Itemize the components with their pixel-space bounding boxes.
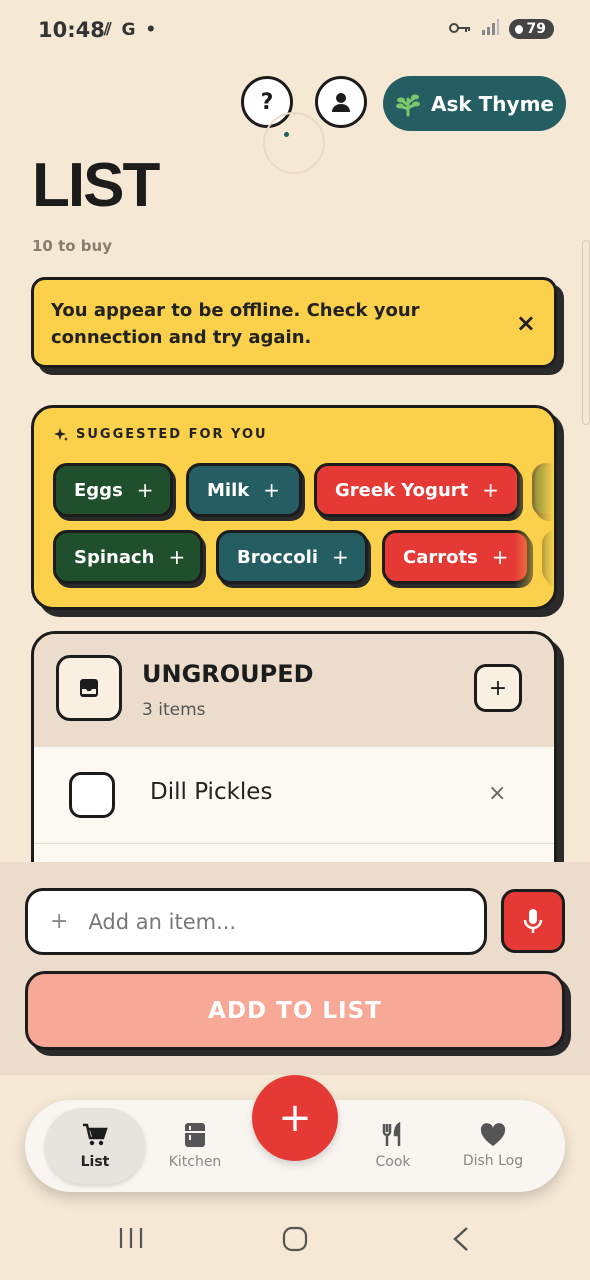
- group-name: UNGROUPED: [142, 660, 314, 688]
- person-icon: [332, 93, 350, 112]
- offline-message: You appear to be offline. Check your con…: [51, 300, 420, 348]
- nav-dish-log[interactable]: Dish Log: [443, 1100, 543, 1192]
- add-item-input[interactable]: + Add an item...: [25, 888, 487, 955]
- suggested-title: SUGGESTED FOR YOU: [54, 427, 268, 442]
- home-icon: [282, 1226, 308, 1252]
- plus-icon: +: [332, 545, 349, 569]
- status-time: 10:48: [38, 18, 105, 42]
- nav-label: Dish Log: [462, 1153, 524, 1169]
- item-name: Dill Pickles: [150, 779, 273, 805]
- items-to-buy-count: 10 to buy: [32, 237, 112, 255]
- ask-thyme-label: Ask Thyme: [431, 91, 554, 116]
- home-button[interactable]: [282, 1226, 308, 1256]
- plus-icon: +: [263, 478, 280, 502]
- back-icon: [453, 1227, 468, 1251]
- recents-icon: [119, 1228, 143, 1248]
- plus-icon: +: [136, 478, 154, 502]
- nav-label: Kitchen: [168, 1154, 222, 1170]
- chip-label: Milk: [207, 479, 250, 501]
- ask-thyme-button[interactable]: Ask Thyme: [383, 76, 566, 131]
- chip-label: Spinach: [74, 546, 155, 568]
- status-right-icons: 79: [448, 19, 554, 39]
- suggestion-chip-carrots[interactable]: Carrots +: [382, 530, 530, 584]
- voice-input-button[interactable]: [501, 889, 565, 953]
- status-notification-icons: ⫽ G •: [104, 20, 159, 40]
- suggestion-chip-spinach[interactable]: Spinach +: [53, 530, 203, 584]
- inbox-icon: [56, 655, 122, 721]
- signal-icon: [481, 19, 499, 39]
- chip-label: Eggs: [74, 479, 123, 501]
- nav-label: Cook: [375, 1154, 411, 1170]
- group-header: UNGROUPED 3 items +: [34, 634, 554, 747]
- fork-knife-icon: [382, 1122, 401, 1146]
- recent-apps-button[interactable]: [118, 1226, 144, 1254]
- leaf-icon: [396, 94, 421, 116]
- suggestion-chip-broccoli[interactable]: Broccoli +: [216, 530, 368, 584]
- suggestion-chip-eggs[interactable]: Eggs +: [53, 463, 173, 517]
- list-item: Dill Pickles ×: [34, 747, 554, 844]
- nav-cook[interactable]: Cook: [343, 1100, 443, 1192]
- suggested-section: SUGGESTED FOR YOU Eggs + Milk + Greek Yogu…: [31, 405, 557, 610]
- key-icon: [448, 20, 471, 39]
- suggestion-chip-greek-yogurt[interactable]: Greek Yogurt +: [314, 463, 520, 517]
- suggestion-chip-milk[interactable]: Milk +: [186, 463, 302, 517]
- nav-list[interactable]: List: [45, 1100, 145, 1192]
- page-title: LIST: [32, 151, 160, 220]
- scrollbar[interactable]: [582, 240, 590, 425]
- add-to-group-button[interactable]: +: [474, 664, 522, 712]
- cart-icon: [83, 1123, 108, 1146]
- offline-banner: You appear to be offline. Check your con…: [31, 277, 557, 368]
- back-button[interactable]: [452, 1226, 470, 1256]
- nav-label: List: [80, 1154, 110, 1170]
- plus-icon: +: [168, 545, 186, 569]
- group-item-count: 3 items: [142, 700, 206, 720]
- add-item-panel: + Add an item... ADD TO LIST: [0, 862, 590, 1075]
- profile-button[interactable]: [315, 76, 367, 128]
- loading-dot: [284, 132, 289, 137]
- heart-icon: [480, 1123, 506, 1146]
- battery-indicator: 79: [508, 19, 554, 39]
- item-checkbox[interactable]: [69, 772, 115, 818]
- add-item-placeholder: Add an item...: [88, 909, 237, 934]
- chip-label: Broccoli: [237, 546, 319, 568]
- plus-icon: +: [491, 545, 509, 569]
- loading-spinner: [263, 112, 325, 174]
- scroll-fade: [514, 408, 554, 607]
- suggested-title-text: SUGGESTED FOR YOU: [76, 427, 268, 442]
- fridge-icon: [185, 1123, 205, 1147]
- add-fab-button[interactable]: +: [252, 1075, 338, 1161]
- close-banner-button[interactable]: ×: [516, 310, 536, 337]
- add-to-list-button[interactable]: ADD TO LIST: [25, 971, 565, 1050]
- microphone-icon: [523, 909, 543, 933]
- ungrouped-card: UNGROUPED 3 items + Dill Pickles ×: [31, 631, 557, 891]
- plus-icon: +: [50, 909, 69, 934]
- nav-kitchen[interactable]: Kitchen: [145, 1100, 245, 1192]
- sparkle-icon: [54, 427, 68, 441]
- chip-label: Carrots: [403, 546, 478, 568]
- chip-label: Greek Yogurt: [335, 479, 469, 501]
- plus-icon: +: [482, 478, 499, 502]
- remove-item-button[interactable]: ×: [488, 781, 506, 806]
